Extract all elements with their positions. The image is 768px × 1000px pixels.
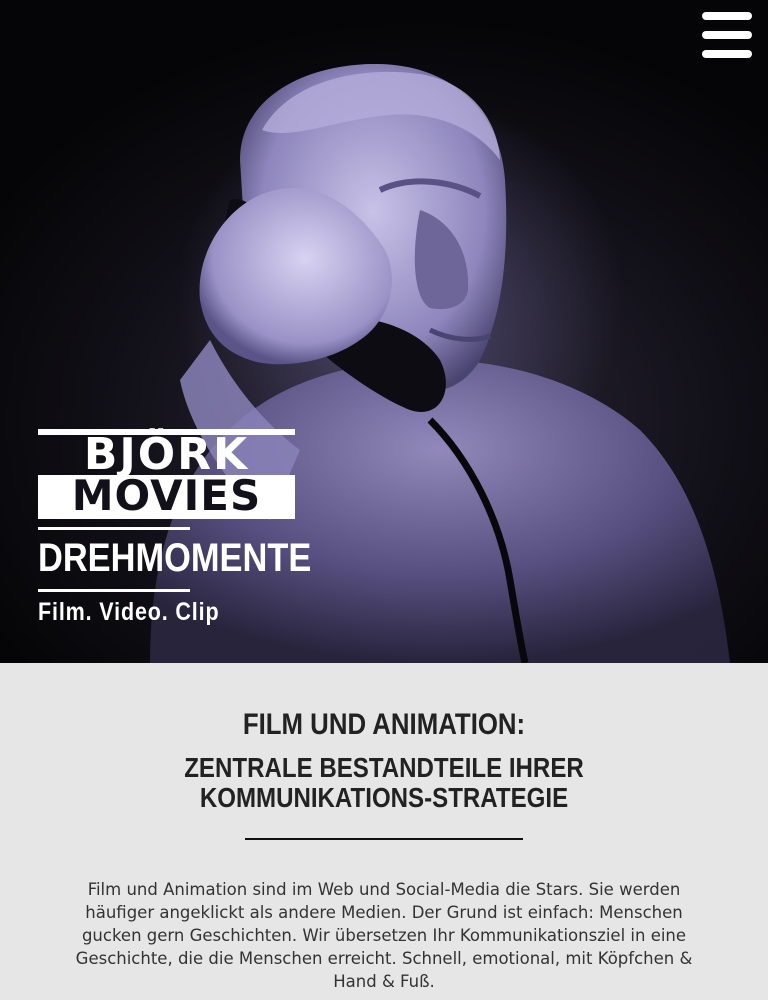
logo-line-1: BJÖRK [38, 429, 295, 477]
logo-line-2: MOVIES [38, 475, 295, 519]
intro-headline: FILM UND ANIMATION: [242, 708, 526, 741]
intro-subheadline: ZENTRALE BESTANDTEILE IHRER KOMMUNIKATIO… [184, 752, 584, 813]
intro-section: FILM UND ANIMATION: ZENTRALE BESTANDTEIL… [0, 663, 768, 1000]
hero-title: DREHMOMENTE [38, 536, 312, 580]
menu-bar [702, 31, 752, 39]
bjork-movies-logo[interactable]: BJÖRK MOVIES [38, 429, 295, 519]
hero-subtitle: Film. Video. Clip [38, 598, 220, 626]
hero-divider-bottom [38, 589, 190, 592]
menu-bar [702, 12, 752, 20]
intro-divider [245, 838, 523, 840]
intro-body-text: Film und Animation sind im Web und Socia… [75, 880, 693, 991]
hero-divider-top [38, 527, 190, 530]
hero-section: BJÖRK MOVIES DREHMOMENTE Film. Video. Cl… [0, 0, 768, 663]
hamburger-menu-icon[interactable] [702, 12, 752, 58]
menu-bar [702, 50, 752, 58]
